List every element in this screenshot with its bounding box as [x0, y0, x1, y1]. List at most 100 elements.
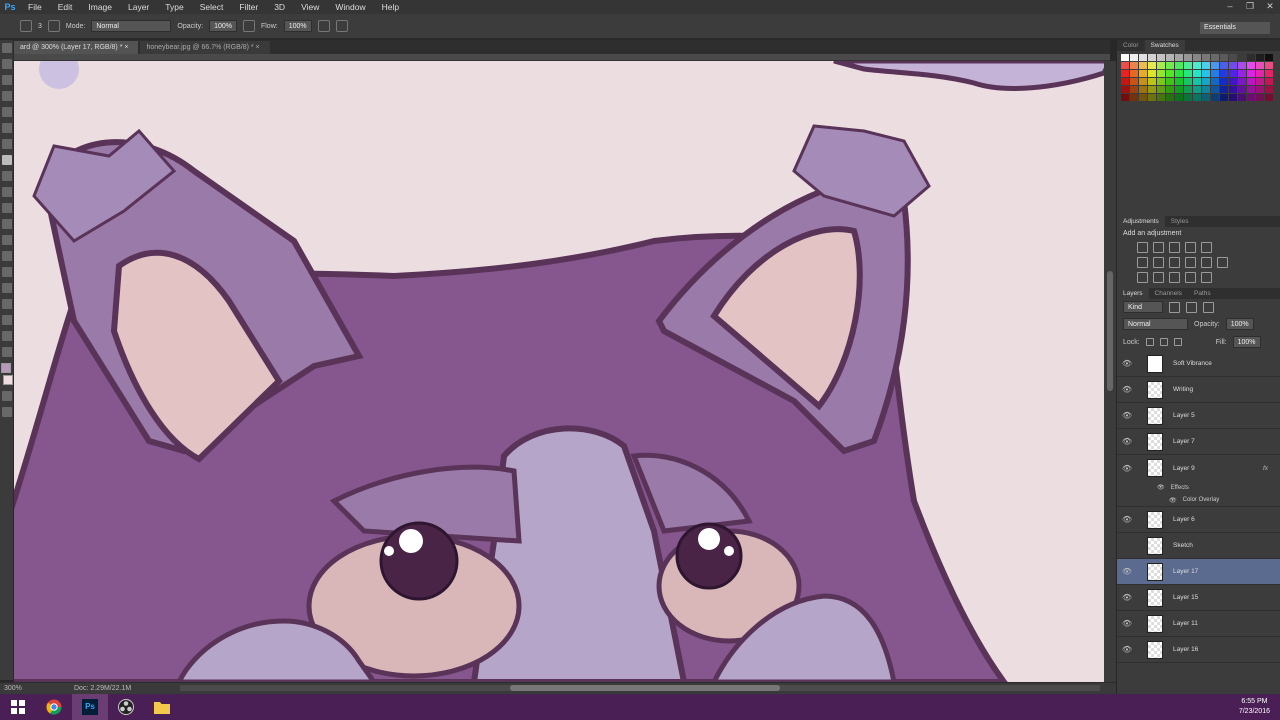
menu-3d[interactable]: 3D [266, 2, 293, 12]
swatch-cell[interactable] [1166, 94, 1174, 101]
start-button[interactable] [0, 694, 36, 720]
swatch-cell[interactable] [1139, 78, 1147, 85]
path-select-tool-icon[interactable] [2, 299, 12, 309]
swatch-cell[interactable] [1166, 62, 1174, 69]
swatch-cell[interactable] [1220, 62, 1228, 69]
layer-row[interactable]: 👁 Layer 9 fx [1117, 455, 1280, 481]
swatch-cell[interactable] [1229, 54, 1237, 61]
gradient-map-icon[interactable] [1185, 272, 1196, 283]
healing-tool-icon[interactable] [2, 139, 12, 149]
swatch-cell[interactable] [1247, 94, 1255, 101]
flow-field[interactable]: 100% [283, 20, 312, 32]
tab-channels[interactable]: Channels [1149, 288, 1188, 299]
photo-filter-icon[interactable] [1185, 257, 1196, 268]
swatch-cell[interactable] [1175, 94, 1183, 101]
swatch-cell[interactable] [1238, 70, 1246, 77]
eye-icon[interactable]: 👁 [1121, 515, 1133, 524]
swatch-cell[interactable] [1202, 94, 1210, 101]
swatch-cell[interactable] [1265, 86, 1273, 93]
levels-icon[interactable] [1153, 242, 1164, 253]
system-clock[interactable]: 6:55 PM 7/23/2016 [1239, 697, 1270, 717]
filter-pixel-icon[interactable] [1169, 301, 1180, 313]
background-color-swatch[interactable] [3, 375, 13, 385]
swatch-cell[interactable] [1247, 54, 1255, 61]
swatch-cell[interactable] [1256, 86, 1264, 93]
pen-tool-icon[interactable] [2, 267, 12, 277]
swatch-cell[interactable] [1175, 78, 1183, 85]
layer-opacity-field[interactable]: 100% [1225, 318, 1254, 330]
history-brush-tool-icon[interactable] [2, 187, 12, 197]
dodge-tool-icon[interactable] [2, 251, 12, 261]
swatch-cell[interactable] [1148, 78, 1156, 85]
swatch-cell[interactable] [1256, 54, 1264, 61]
swatch-cell[interactable] [1193, 70, 1201, 77]
layer-kind-select[interactable]: Kind [1123, 301, 1163, 313]
swatch-cell[interactable] [1175, 86, 1183, 93]
workspace-select[interactable]: Essentials [1200, 22, 1270, 34]
swatch-cell[interactable] [1247, 62, 1255, 69]
swatch-cell[interactable] [1265, 78, 1273, 85]
opacity-field[interactable]: 100% [209, 20, 237, 32]
swatch-cell[interactable] [1130, 54, 1138, 61]
swatch-cell[interactable] [1211, 62, 1219, 69]
menu-edit[interactable]: Edit [50, 2, 81, 12]
tab-layers[interactable]: Layers [1117, 288, 1149, 299]
swatch-cell[interactable] [1157, 94, 1165, 101]
swatch-cell[interactable] [1202, 86, 1210, 93]
menu-file[interactable]: File [20, 2, 50, 12]
obs-taskbar-button[interactable] [108, 694, 144, 720]
color-lookup-icon[interactable] [1217, 257, 1228, 268]
crop-tool-icon[interactable] [2, 107, 12, 117]
swatch-cell[interactable] [1139, 86, 1147, 93]
swatch-cell[interactable] [1256, 78, 1264, 85]
swatch-cell[interactable] [1238, 54, 1246, 61]
eye-hidden-icon[interactable]: 👁 [1121, 541, 1133, 550]
swatch-cell[interactable] [1256, 94, 1264, 101]
swatch-cell[interactable] [1238, 62, 1246, 69]
swatch-cell[interactable] [1130, 94, 1138, 101]
screen-mode-icon[interactable] [2, 407, 12, 417]
swatch-cell[interactable] [1157, 78, 1165, 85]
swatch-cell[interactable] [1229, 94, 1237, 101]
swatch-cell[interactable] [1166, 54, 1174, 61]
swatch-cell[interactable] [1139, 54, 1147, 61]
eye-icon[interactable]: 👁 [1121, 359, 1133, 368]
swatch-cell[interactable] [1121, 86, 1129, 93]
type-tool-icon[interactable] [2, 283, 12, 293]
swatch-cell[interactable] [1148, 94, 1156, 101]
swatch-cell[interactable] [1184, 94, 1192, 101]
eye-icon[interactable]: 👁 [1121, 385, 1133, 394]
menu-layer[interactable]: Layer [120, 2, 157, 12]
swatch-cell[interactable] [1211, 94, 1219, 101]
stamp-tool-icon[interactable] [2, 171, 12, 181]
eye-icon[interactable]: 👁 [1121, 645, 1133, 654]
fill-field[interactable]: 100% [1232, 336, 1261, 348]
hue-saturation-icon[interactable] [1137, 257, 1148, 268]
swatches-grid[interactable] [1117, 51, 1280, 104]
eye-icon[interactable]: 👁 [1169, 497, 1177, 504]
eye-icon[interactable]: 👁 [1121, 567, 1133, 576]
mode-select[interactable]: Normal [91, 20, 172, 32]
swatch-cell[interactable] [1202, 70, 1210, 77]
file-explorer-taskbar-button[interactable] [144, 694, 180, 720]
eye-icon[interactable]: 👁 [1121, 411, 1133, 420]
swatch-cell[interactable] [1148, 54, 1156, 61]
swatch-cell[interactable] [1166, 78, 1174, 85]
swatch-cell[interactable] [1202, 78, 1210, 85]
swatch-cell[interactable] [1121, 70, 1129, 77]
document-tab-active[interactable]: ard @ 300% (Layer 17, RGB/8) * × [14, 41, 139, 54]
swatch-cell[interactable] [1157, 62, 1165, 69]
brush-size[interactable]: 3 [38, 23, 42, 30]
swatch-cell[interactable] [1130, 62, 1138, 69]
swatch-cell[interactable] [1166, 86, 1174, 93]
swatch-cell[interactable] [1229, 70, 1237, 77]
swatch-cell[interactable] [1121, 62, 1129, 69]
swatch-cell[interactable] [1193, 54, 1201, 61]
invert-icon[interactable] [1137, 272, 1148, 283]
zoom-tool-icon[interactable] [2, 347, 12, 357]
swatch-cell[interactable] [1265, 54, 1273, 61]
swatch-cell[interactable] [1148, 86, 1156, 93]
eye-icon[interactable]: 👁 [1121, 619, 1133, 628]
swatch-cell[interactable] [1265, 70, 1273, 77]
swatch-cell[interactable] [1211, 86, 1219, 93]
